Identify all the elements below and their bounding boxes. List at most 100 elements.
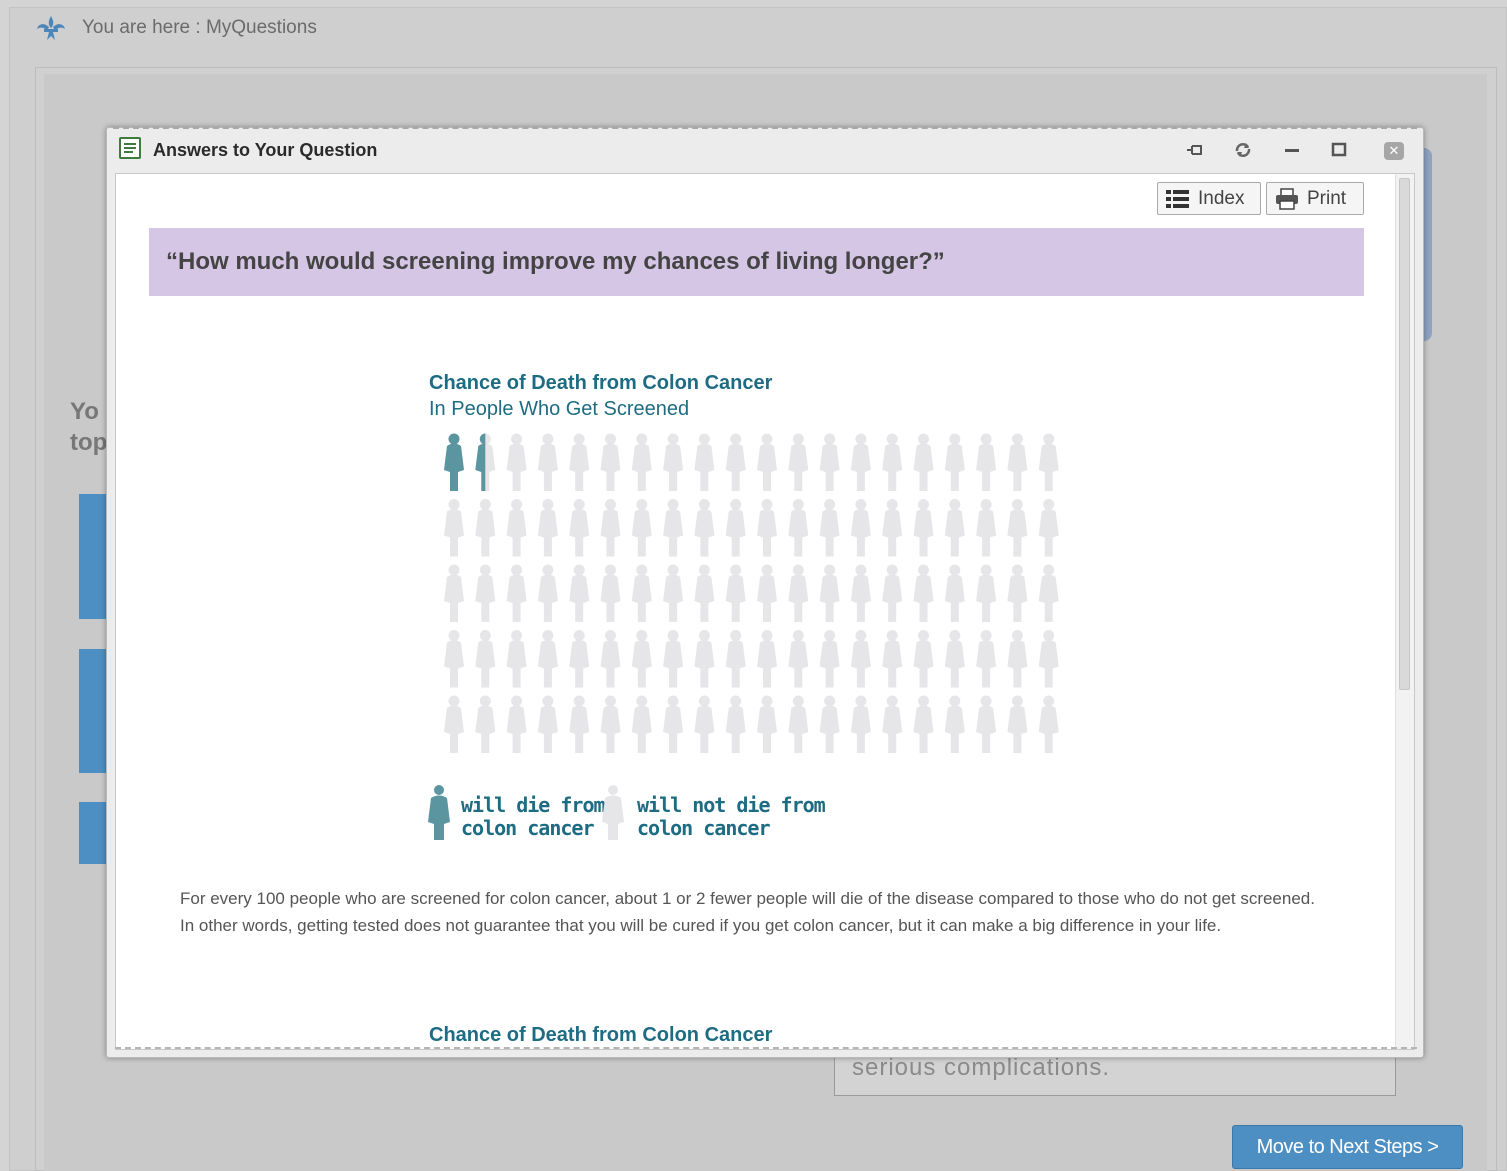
index-button-label: Index <box>1198 187 1245 209</box>
person-icon <box>475 695 496 753</box>
person-icon <box>1038 499 1059 557</box>
person-icon <box>850 564 871 622</box>
person-icon <box>537 433 558 491</box>
person-icon <box>631 630 652 688</box>
print-button[interactable]: Print <box>1266 182 1364 215</box>
person-icon <box>569 499 590 557</box>
person-icon <box>819 564 840 622</box>
person-icon <box>757 630 777 688</box>
legend-not-die-label: will not die from colon cancer <box>637 793 826 840</box>
person-icon <box>913 630 934 688</box>
person-icon <box>788 564 809 622</box>
person-icon <box>944 630 965 688</box>
person-icon <box>882 695 903 753</box>
person-icon <box>537 499 558 557</box>
person-icon <box>788 695 809 753</box>
person-icon <box>694 695 715 753</box>
person-icon <box>788 433 809 491</box>
person-icon <box>663 499 684 557</box>
move-to-next-steps-button[interactable]: Move to Next Steps > <box>1232 1125 1463 1169</box>
person-icon <box>506 499 527 557</box>
person-icon <box>757 499 777 557</box>
person-icon <box>663 433 684 491</box>
minimize-icon[interactable] <box>1281 139 1303 161</box>
breadcrumb-text: You are here : MyQuestions <box>82 17 317 38</box>
person-icon <box>882 630 903 688</box>
person-icon <box>944 564 965 622</box>
person-icon <box>819 695 840 753</box>
person-icon <box>819 433 840 491</box>
person-icon <box>569 433 590 491</box>
modal-scrollbar[interactable] <box>1395 174 1414 1049</box>
person-icon <box>725 630 746 688</box>
modal-title: Answers to Your Question <box>153 140 378 160</box>
answers-modal: Answers to Your Question ✕ Index Print “… <box>106 127 1424 1058</box>
person-icon <box>757 564 777 622</box>
person-icon <box>663 630 684 688</box>
person-icon <box>600 433 621 491</box>
close-icon[interactable]: ✕ <box>1384 142 1404 160</box>
person-icon <box>788 630 809 688</box>
person-icon <box>506 433 527 491</box>
person-icon <box>600 695 621 753</box>
person-icon <box>757 433 777 491</box>
explanation-paragraph: For every 100 people who are screened fo… <box>180 889 1315 935</box>
person-icon <box>944 499 965 557</box>
person-icon <box>663 695 684 753</box>
person-icon <box>1038 695 1059 753</box>
person-icon <box>882 499 903 557</box>
modal-content: Index Print “How much would screening im… <box>115 173 1415 1050</box>
person-icon <box>444 695 464 753</box>
scrollbar-thumb[interactable] <box>1399 178 1410 690</box>
chart-subtitle: In People Who Get Screened <box>429 398 690 420</box>
person-icon <box>1007 433 1028 491</box>
person-icon <box>1007 564 1028 622</box>
legend-die-label: will die from colon cancer <box>461 793 606 840</box>
person-icon <box>1007 695 1028 753</box>
person-icon <box>1007 499 1028 557</box>
person-icon <box>944 433 965 491</box>
refresh-icon[interactable] <box>1232 139 1254 161</box>
person-icon <box>444 433 464 491</box>
person-icon <box>569 630 590 688</box>
person-icon <box>631 695 652 753</box>
document-icon <box>119 137 141 159</box>
person-icon <box>976 695 997 753</box>
person-icon <box>725 564 746 622</box>
person-icon <box>850 630 871 688</box>
person-icon <box>444 630 464 688</box>
person-icon <box>819 630 840 688</box>
index-button[interactable]: Index <box>1157 182 1261 215</box>
person-icon <box>976 564 997 622</box>
maximize-icon[interactable] <box>1328 139 1350 161</box>
person-icon <box>631 433 652 491</box>
person-icon <box>1038 564 1059 622</box>
person-icon <box>663 564 684 622</box>
person-icon <box>600 564 621 622</box>
person-icon <box>694 564 715 622</box>
person-icon <box>475 630 496 688</box>
person-icon <box>569 564 590 622</box>
person-icon <box>1038 433 1059 491</box>
person-icon <box>757 695 777 753</box>
person-icon <box>475 564 496 622</box>
question-text: “How much would screening improve my cha… <box>166 248 945 275</box>
next-chart-title: Chance of Death from Colon Cancer <box>429 1024 773 1046</box>
person-icon <box>475 499 496 557</box>
person-icon <box>913 695 934 753</box>
person-icon <box>694 630 715 688</box>
person-icon <box>725 499 746 557</box>
person-icon <box>506 695 527 753</box>
modal-top-border <box>113 127 1417 132</box>
person-icon <box>976 630 997 688</box>
person-icon <box>631 499 652 557</box>
fleur-de-lis-logo-icon <box>37 16 65 40</box>
person-icon <box>569 695 590 753</box>
person-icon <box>506 630 527 688</box>
pin-icon[interactable] <box>1184 139 1206 161</box>
list-icon <box>1166 189 1189 208</box>
print-button-label: Print <box>1307 187 1347 209</box>
person-icon <box>850 499 871 557</box>
person-icon <box>913 564 934 622</box>
die-legend-icon <box>428 785 450 840</box>
